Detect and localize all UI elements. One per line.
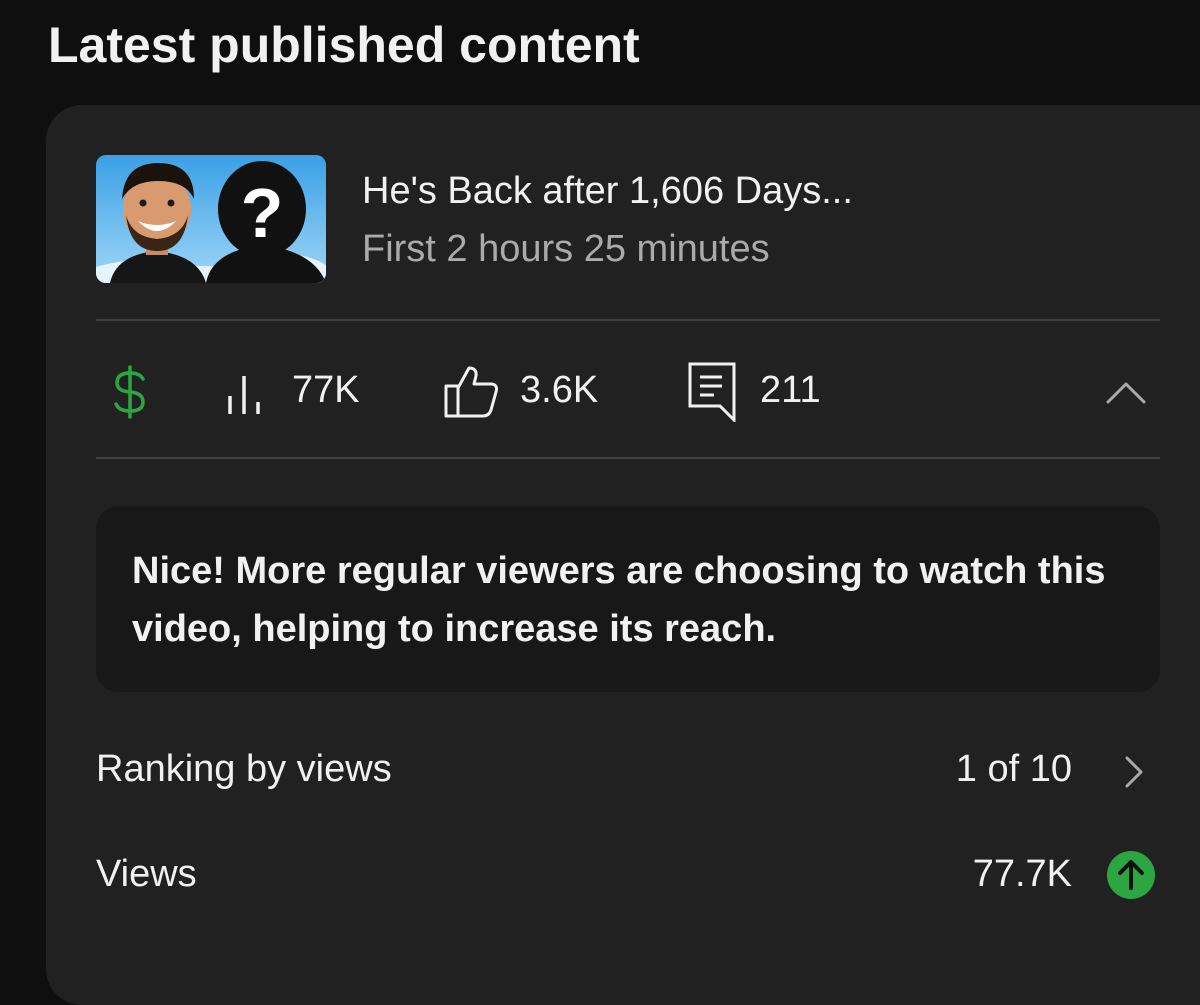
insight-text: Nice! More regular viewers are choosing … [132,550,1106,650]
ranking-label: Ranking by views [96,748,392,790]
views-label: Views [96,853,197,895]
views-count: 77K [292,369,360,411]
ranking-row[interactable]: Ranking by views 1 of 10 [96,735,1160,805]
thumbnail-question-mark: ? [241,174,284,252]
chevron-up-icon[interactable] [1106,380,1146,404]
thumbnail-image: ? [96,155,326,283]
stats-row[interactable]: 77K 3.6K 211 [96,322,1160,458]
video-thumbnail[interactable]: ? [96,155,326,283]
comments-count: 211 [760,369,821,411]
chevron-right-icon[interactable] [1124,755,1144,789]
video-title[interactable]: He's Back after 1,606 Days... [362,167,853,215]
views-row[interactable]: Views 77.7K [96,840,1160,910]
likes-count: 3.6K [520,369,599,411]
views-value: 77.7K [972,853,1072,895]
arrow-up-circle-icon [1107,851,1155,899]
video-timeframe: First 2 hours 25 minutes [362,228,770,270]
divider-top [96,319,1160,321]
insight-box: Nice! More regular viewers are choosing … [96,506,1160,692]
dollar-icon [114,365,145,419]
section-title: Latest published content [48,17,640,73]
bar-chart-icon [228,376,260,414]
video-row[interactable]: ? He's Back after 1,606 Days... First 2 … [96,155,1160,283]
comment-icon [688,362,736,422]
thumbs-up-icon [444,366,498,418]
ranking-value: 1 of 10 [955,748,1072,790]
divider-bottom [96,457,1160,459]
latest-content-card[interactable]: ? He's Back after 1,606 Days... First 2 … [46,105,1200,1005]
